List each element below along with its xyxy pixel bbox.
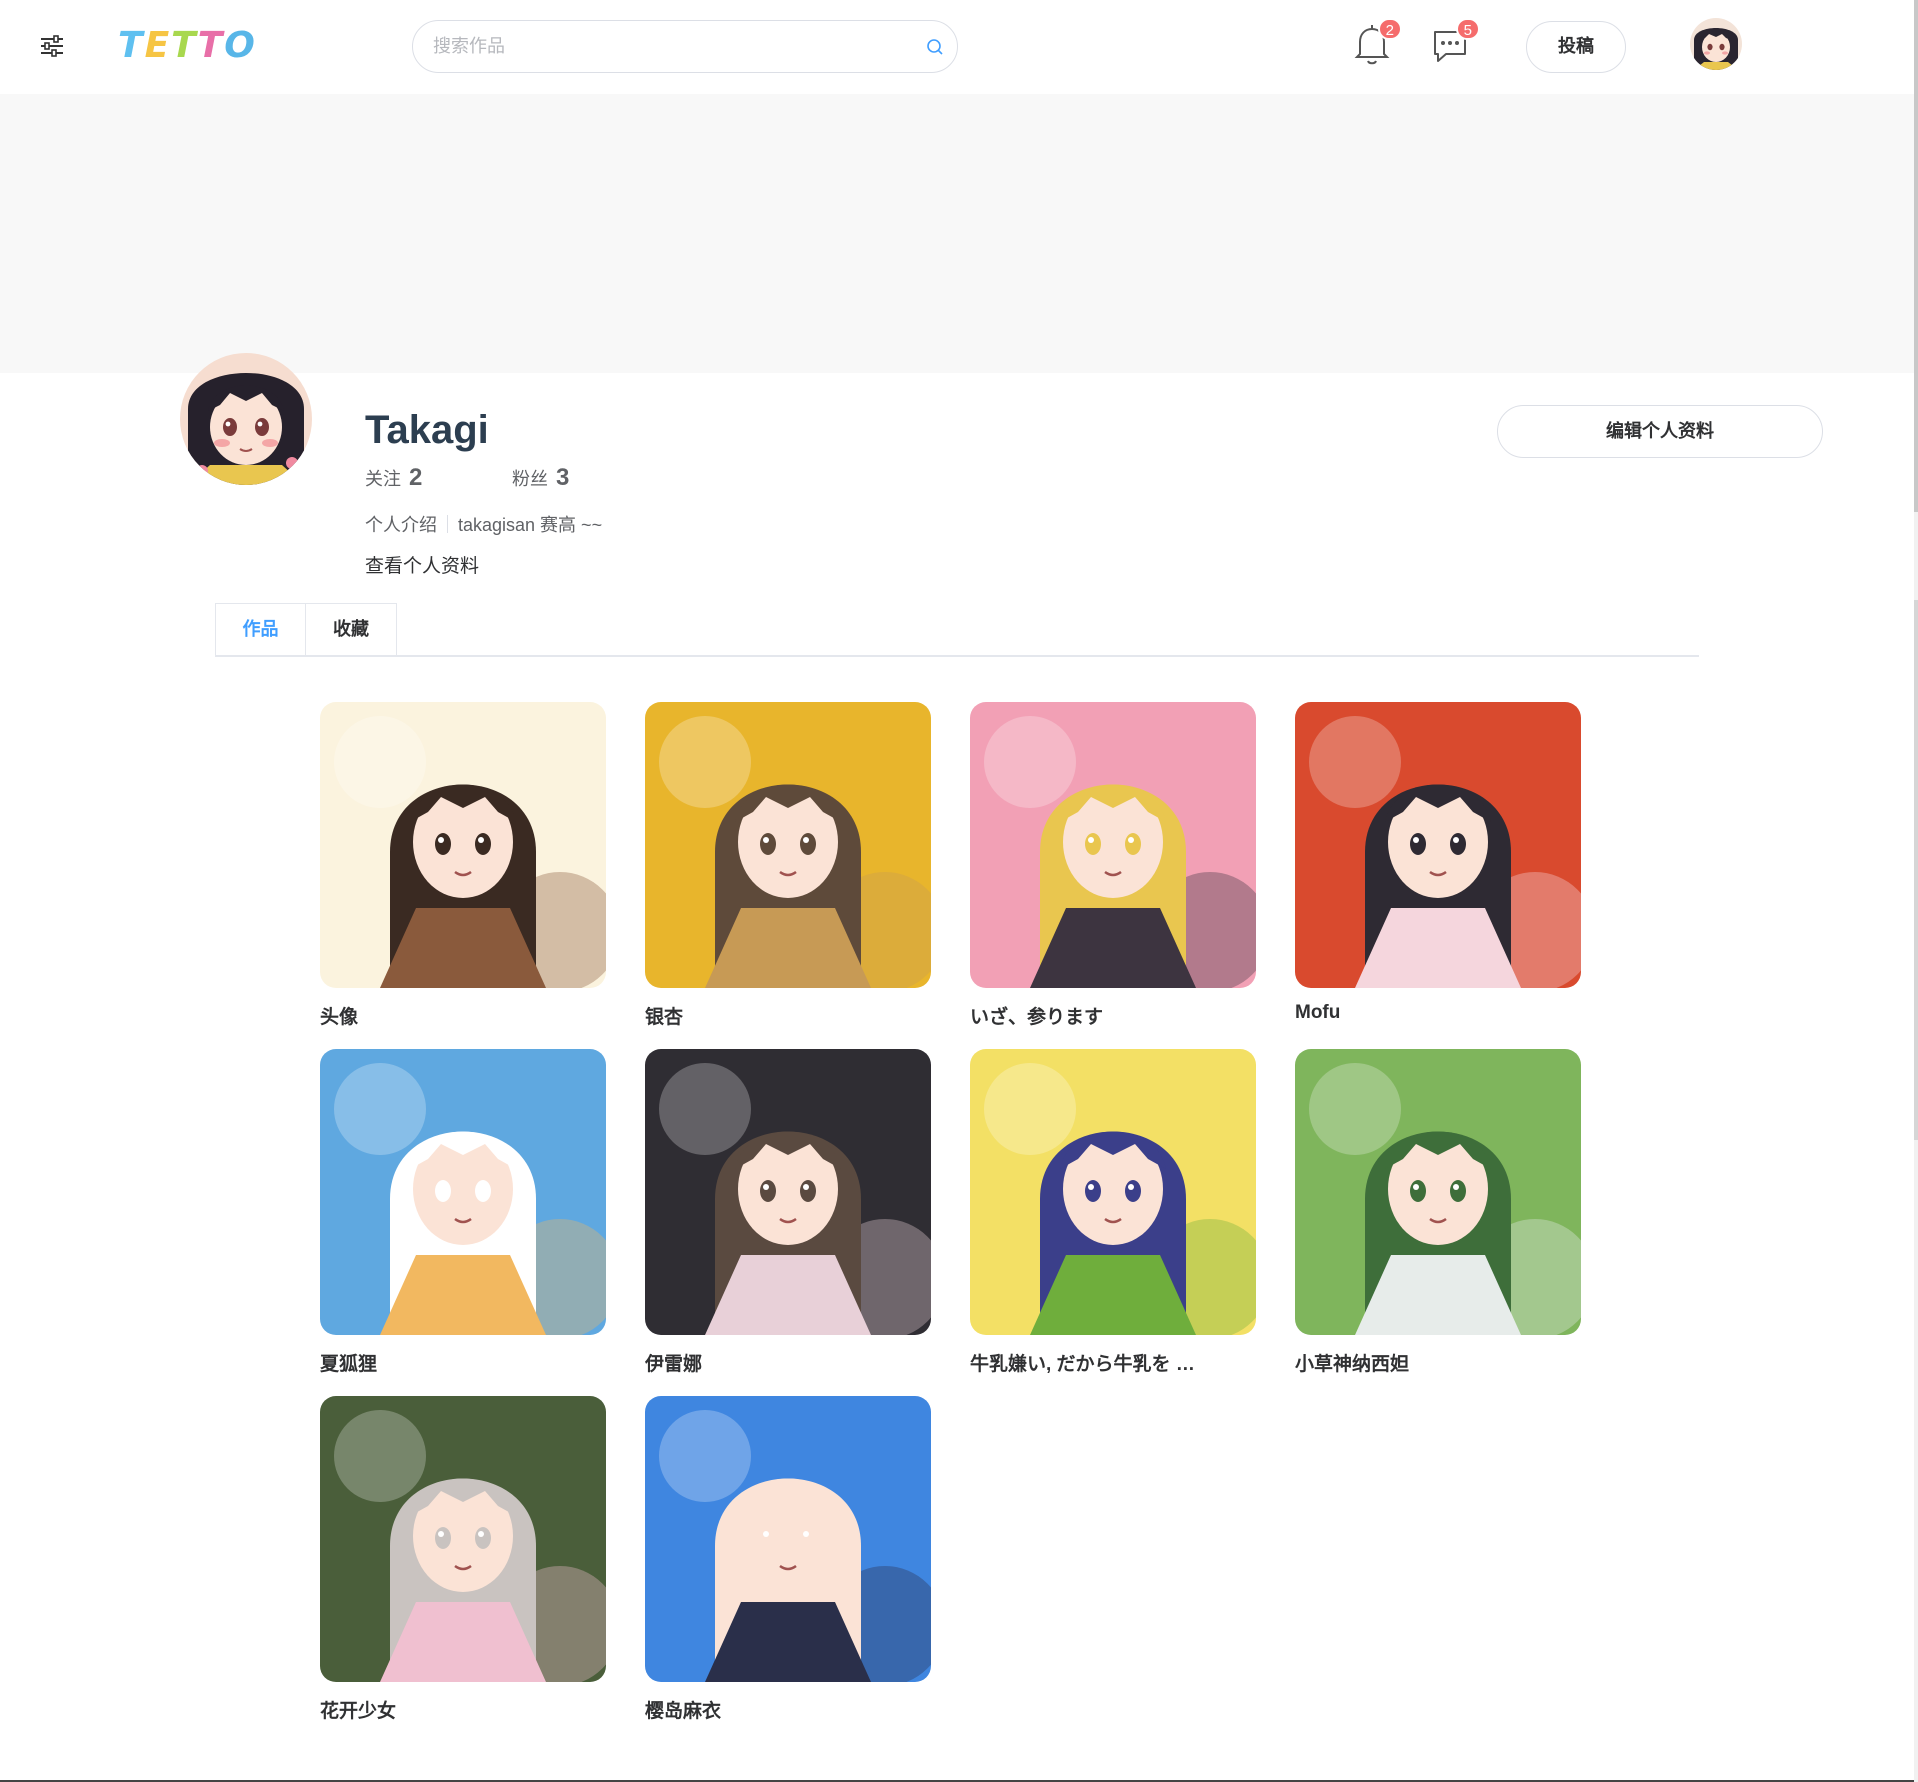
artwork-illustration [320,1396,606,1682]
notifications-button[interactable]: 2 [1350,18,1402,70]
work-card[interactable]: Mofu [1295,702,1581,1024]
work-title[interactable]: Mofu [1295,1002,1565,1024]
scrollbar-segment [1914,600,1918,1140]
tab-favorites[interactable]: 收藏 [306,603,397,656]
work-thumbnail[interactable] [320,1049,606,1335]
work-title[interactable]: 花开少女 [320,1696,590,1723]
work-card[interactable]: 樱岛麻衣 [645,1396,931,1723]
post-button[interactable]: 投稿 [1526,21,1626,73]
work-thumbnail[interactable] [645,702,931,988]
work-thumbnail[interactable] [320,1396,606,1682]
messages-button[interactable]: 5 [1428,18,1480,70]
work-thumbnail[interactable] [1295,702,1581,988]
logo-letter: T [118,25,145,66]
work-card[interactable]: 夏狐狸 [320,1049,606,1376]
profile-bio: 个人介绍 takagisan 赛高 ~~ [365,511,602,537]
work-card[interactable]: 牛乳嫌い, だから牛乳を … [970,1049,1256,1376]
work-thumbnail[interactable] [970,1049,1256,1335]
site-logo[interactable]: T E T T O [118,26,257,66]
view-profile-link[interactable]: 查看个人资料 [365,551,479,578]
artwork-illustration [970,1049,1256,1335]
artwork-illustration [1295,1049,1581,1335]
artwork-illustration [645,1396,931,1682]
logo-letter: T [197,25,225,66]
work-card[interactable]: 花开少女 [320,1396,606,1723]
work-title[interactable]: 银杏 [645,1002,915,1029]
bio-divider [447,515,448,533]
artwork-illustration [645,1049,931,1335]
work-title[interactable]: 樱岛麻衣 [645,1696,915,1723]
followers-label: 粉丝 [512,469,548,489]
work-title[interactable]: 小草神纳西妲 [1295,1349,1565,1376]
search-input[interactable] [433,21,903,71]
bio-text: takagisan 赛高 ~~ [458,515,603,535]
following-stat[interactable]: 关注 2 [365,464,422,492]
work-thumbnail[interactable] [970,702,1256,988]
work-card[interactable]: いざ、参ります [970,702,1256,1029]
profile-avatar [180,353,312,485]
following-label: 关注 [365,469,401,489]
followers-count: 3 [556,464,570,491]
filter-menu-icon[interactable] [38,33,66,59]
search-box [412,20,958,73]
edit-profile-button[interactable]: 编辑个人资料 [1497,405,1823,458]
artwork-illustration [320,702,606,988]
profile-username: Takagi [365,408,489,452]
work-thumbnail[interactable] [645,1049,931,1335]
work-card[interactable]: 伊雷娜 [645,1049,931,1376]
user-avatar[interactable] [1690,18,1742,70]
work-card[interactable]: 银杏 [645,702,931,1029]
followers-stat[interactable]: 粉丝 3 [512,464,569,492]
work-title[interactable]: 伊雷娜 [645,1349,915,1376]
message-badge: 5 [1455,18,1480,40]
scrollbar-thumb[interactable] [1914,0,1918,512]
notification-badge: 2 [1377,18,1402,40]
bio-label: 个人介绍 [365,515,437,535]
artwork-illustration [645,702,931,988]
artwork-illustration [320,1049,606,1335]
work-title[interactable]: いざ、参ります [970,1002,1240,1029]
top-navbar: T E T T O 2 5 投稿 [0,0,1914,94]
work-thumbnail[interactable] [1295,1049,1581,1335]
artwork-illustration [1295,702,1581,988]
search-icon[interactable] [925,37,945,57]
work-title[interactable]: 夏狐狸 [320,1349,590,1376]
profile-cover-banner [0,94,1914,373]
following-count: 2 [409,464,423,491]
work-card[interactable]: 头像 [320,702,606,1029]
work-title[interactable]: 头像 [320,1002,590,1029]
tab-works[interactable]: 作品 [215,603,306,656]
profile-tabs: 作品 收藏 [215,603,397,656]
logo-letter: O [224,25,257,66]
work-thumbnail[interactable] [320,702,606,988]
tabs-underline [215,655,1699,657]
artwork-illustration [970,702,1256,988]
work-title[interactable]: 牛乳嫌い, だから牛乳を … [970,1349,1240,1376]
work-card[interactable]: 小草神纳西妲 [1295,1049,1581,1376]
logo-letter: T [171,25,198,66]
work-thumbnail[interactable] [645,1396,931,1682]
logo-letter: E [144,25,172,66]
